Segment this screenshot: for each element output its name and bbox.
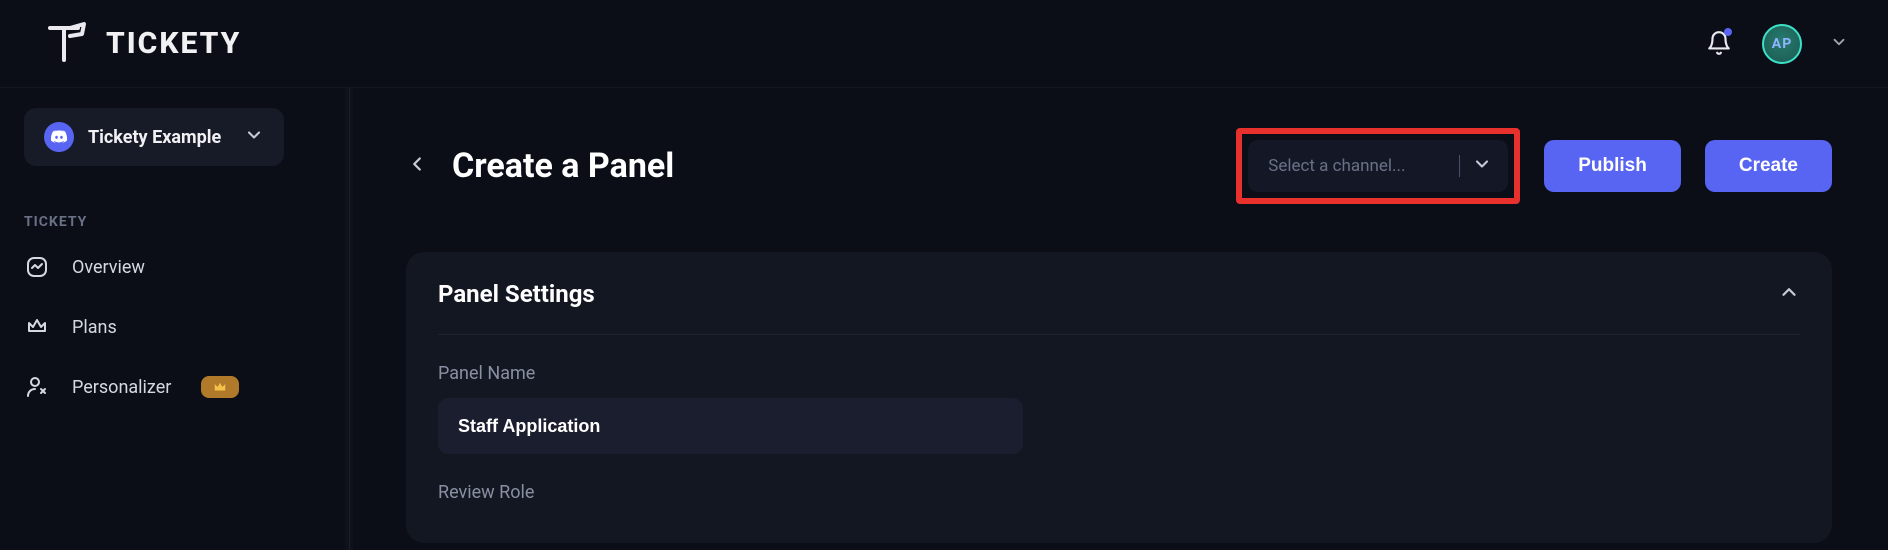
topbar-right: AP — [1706, 24, 1848, 64]
brand-logo-icon — [40, 20, 88, 68]
page-title: Create a Panel — [452, 146, 674, 186]
nav-item-overview[interactable]: Overview — [24, 254, 325, 280]
nav-label: Overview — [72, 257, 145, 278]
server-chevron-icon — [244, 125, 264, 149]
nav-list: Overview Plans — [24, 254, 325, 400]
page-header: Create a Panel Select a channel... Pub — [406, 128, 1832, 204]
select-divider — [1459, 155, 1460, 177]
sidebar: Tickety Example TICKETY Overview — [0, 88, 350, 550]
collapse-chevron-icon — [1778, 281, 1800, 307]
header-actions: Select a channel... Publish Create — [1236, 128, 1832, 204]
panel-settings-card: Panel Settings Panel Name Review Role — [406, 252, 1832, 543]
personalizer-icon — [24, 374, 50, 400]
channel-select[interactable]: Select a channel... — [1248, 140, 1508, 192]
page-title-wrap: Create a Panel — [406, 146, 674, 186]
server-selector[interactable]: Tickety Example — [24, 108, 284, 166]
panel-name-input[interactable] — [438, 398, 1023, 454]
notification-dot-icon — [1724, 28, 1732, 36]
brand[interactable]: TICKETY — [40, 20, 241, 68]
user-menu-chevron-icon[interactable] — [1830, 33, 1848, 55]
back-chevron-icon[interactable] — [406, 153, 428, 179]
channel-select-placeholder: Select a channel... — [1268, 156, 1447, 176]
publish-button[interactable]: Publish — [1544, 140, 1681, 192]
main-wrapper: Tickety Example TICKETY Overview — [0, 88, 1888, 550]
premium-crown-badge-icon — [201, 376, 239, 398]
nav-item-plans[interactable]: Plans — [24, 314, 325, 340]
topbar: TICKETY AP — [0, 0, 1888, 88]
nav-label: Plans — [72, 317, 117, 338]
overview-icon — [24, 254, 50, 280]
panel-settings-title: Panel Settings — [438, 280, 595, 308]
panel-name-field: Panel Name — [438, 363, 1800, 454]
nav-item-personalizer[interactable]: Personalizer — [24, 374, 325, 400]
discord-icon — [44, 122, 74, 152]
sidebar-section-label: TICKETY — [24, 214, 325, 230]
channel-select-chevron-icon — [1472, 154, 1492, 178]
user-avatar[interactable]: AP — [1762, 24, 1802, 64]
panel-name-label: Panel Name — [438, 363, 1800, 384]
brand-name: TICKETY — [106, 26, 241, 61]
plans-icon — [24, 314, 50, 340]
content: Create a Panel Select a channel... Pub — [350, 88, 1888, 550]
server-name: Tickety Example — [88, 127, 230, 148]
create-button[interactable]: Create — [1705, 140, 1832, 192]
nav-label: Personalizer — [72, 377, 171, 398]
notifications-bell-icon[interactable] — [1706, 30, 1734, 58]
channel-select-highlight: Select a channel... — [1236, 128, 1520, 204]
panel-settings-header[interactable]: Panel Settings — [438, 280, 1800, 335]
review-role-label: Review Role — [438, 482, 1800, 503]
